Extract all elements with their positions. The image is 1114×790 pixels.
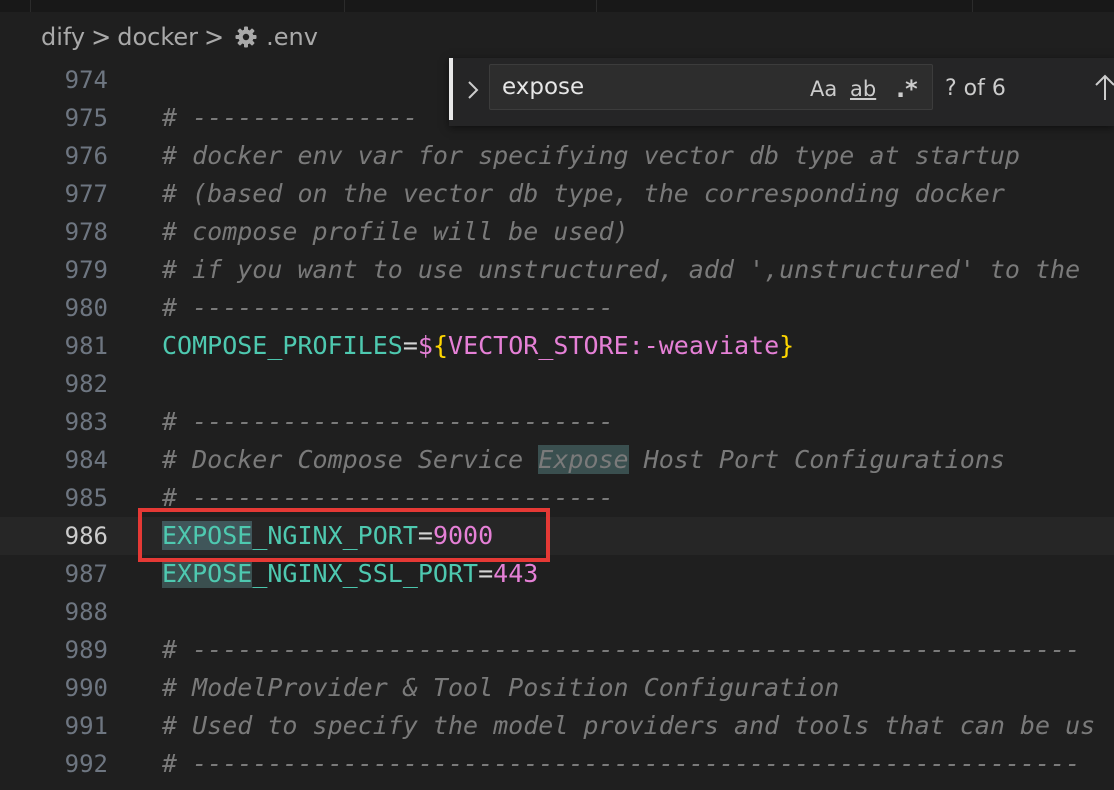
env-value: 9000	[432, 521, 494, 550]
line-number: 979	[64, 256, 108, 284]
code-line: 991 # Used to specify the model provider…	[0, 707, 1114, 745]
find-input-box: Aa ab .*	[489, 64, 933, 110]
search-match: Expose	[538, 445, 629, 474]
chevron-right-icon: >	[91, 21, 112, 53]
code-line: 984 # Docker Compose Service Expose Host…	[0, 441, 1114, 479]
code-line: 977 # (based on the vector db type, the …	[0, 175, 1114, 213]
comment-line: # ---------------	[162, 103, 418, 132]
tab-strip	[0, 0, 1114, 12]
line-number: 975	[64, 104, 108, 132]
comment-line: # ----------------------------	[162, 483, 614, 512]
breadcrumb: dify > docker > .env	[41, 19, 318, 55]
code-editor[interactable]: 974 975 # --------------- 976 # docker e…	[0, 61, 1114, 790]
open-brace: {	[432, 331, 449, 360]
line-number: 976	[64, 142, 108, 170]
comment-line: # Used to specify the model providers an…	[162, 711, 1096, 740]
code-line: 990 # ModelProvider & Tool Position Conf…	[0, 669, 1114, 707]
comment-text: Host Port Configurations	[628, 445, 1005, 474]
line-content: EXPOSE_NGINX_SSL_PORT=443	[162, 555, 538, 593]
env-key: _NGINX_SSL_PORT	[252, 559, 479, 588]
comment-line: # ModelProvider & Tool Position Configur…	[162, 673, 840, 702]
line-content: COMPOSE_PROFILES=${VECTOR_STORE:-weaviat…	[162, 327, 794, 365]
line-number: 974	[64, 66, 108, 94]
line-number: 983	[64, 408, 108, 436]
env-key: _NGINX_PORT	[252, 521, 418, 550]
regex-button[interactable]: .*	[896, 75, 918, 103]
code-line: 983 # ----------------------------	[0, 403, 1114, 441]
gear-icon	[234, 25, 258, 49]
tab-divider	[344, 0, 345, 12]
close-brace: }	[779, 331, 795, 360]
arrow-up-icon[interactable]	[1093, 72, 1114, 102]
code-line: 980 # ----------------------------	[0, 289, 1114, 327]
code-line: 987 EXPOSE_NGINX_SSL_PORT=443	[0, 555, 1114, 593]
code-line: 981 COMPOSE_PROFILES=${VECTOR_STORE:-wea…	[0, 327, 1114, 365]
comment-line: # --------------------------------------…	[162, 635, 1081, 664]
line-number: 980	[64, 294, 108, 322]
line-number: 985	[64, 484, 108, 512]
line-number: 990	[64, 674, 108, 702]
code-line: 982	[0, 365, 1114, 403]
chevron-right-icon[interactable]	[463, 76, 483, 104]
comment-line: # compose profile will be used)	[162, 217, 629, 246]
line-number: 988	[64, 598, 108, 626]
tab-divider	[596, 0, 597, 12]
tab-divider	[30, 0, 31, 12]
find-input[interactable]	[502, 71, 802, 103]
match-count: ? of 6	[945, 76, 1006, 101]
comment-line: # (based on the vector db type, the corr…	[162, 179, 1005, 208]
line-number: 977	[64, 180, 108, 208]
env-key: COMPOSE_PROFILES	[162, 331, 403, 360]
line-content: EXPOSE_NGINX_PORT=9000	[162, 517, 493, 555]
tab-divider	[972, 0, 973, 12]
env-value: 443	[493, 559, 539, 588]
code-line: 985 # ----------------------------	[0, 479, 1114, 517]
line-number: 984	[64, 446, 108, 474]
line-number: 981	[64, 332, 108, 360]
line-number: 982	[64, 370, 108, 398]
equals-sign: =	[402, 331, 418, 360]
search-match: EXPOSE	[162, 521, 253, 550]
env-variable: VECTOR_STORE:-weaviate	[448, 331, 780, 360]
comment-line: # --------------------------------------…	[162, 749, 1081, 778]
search-match: EXPOSE	[162, 559, 253, 588]
current-line: 986 EXPOSE_NGINX_PORT=9000	[0, 517, 1114, 555]
whole-word-button[interactable]: ab	[850, 75, 876, 103]
comment-line: # Docker Compose Service Expose Host Por…	[162, 441, 1005, 479]
code-line: 978 # compose profile will be used)	[0, 213, 1114, 251]
code-line: 988	[0, 593, 1114, 631]
comment-text: # Docker Compose Service	[162, 445, 539, 474]
equals-sign: =	[417, 521, 433, 550]
comment-line: # ----------------------------	[162, 293, 614, 322]
breadcrumb-item-dify[interactable]: dify	[41, 23, 85, 51]
find-widget: Aa ab .* ? of 6	[449, 58, 1114, 126]
comment-line: # if you want to use unstructured, add '…	[162, 255, 1081, 284]
comment-line: # docker env var for specifying vector d…	[162, 141, 1020, 170]
line-number: 991	[64, 712, 108, 740]
find-resize-sash[interactable]	[449, 58, 453, 120]
code-line: 976 # docker env var for specifying vect…	[0, 137, 1114, 175]
match-case-button[interactable]: Aa	[810, 75, 837, 103]
line-number: 987	[64, 560, 108, 588]
line-number: 989	[64, 636, 108, 664]
line-number: 986	[64, 522, 108, 550]
line-number: 992	[64, 750, 108, 778]
chevron-right-icon: >	[204, 21, 225, 53]
dollar-sign: $	[417, 331, 433, 360]
equals-sign: =	[478, 559, 494, 588]
comment-line: # ----------------------------	[162, 407, 614, 436]
code-line: 989 # ----------------------------------…	[0, 631, 1114, 669]
line-number: 978	[64, 218, 108, 246]
code-line: 979 # if you want to use unstructured, a…	[0, 251, 1114, 289]
breadcrumb-item-file[interactable]: .env	[266, 23, 318, 51]
code-line: 992 # ----------------------------------…	[0, 745, 1114, 783]
breadcrumb-item-docker[interactable]: docker	[117, 23, 198, 51]
whole-word-label: ab	[850, 77, 877, 101]
